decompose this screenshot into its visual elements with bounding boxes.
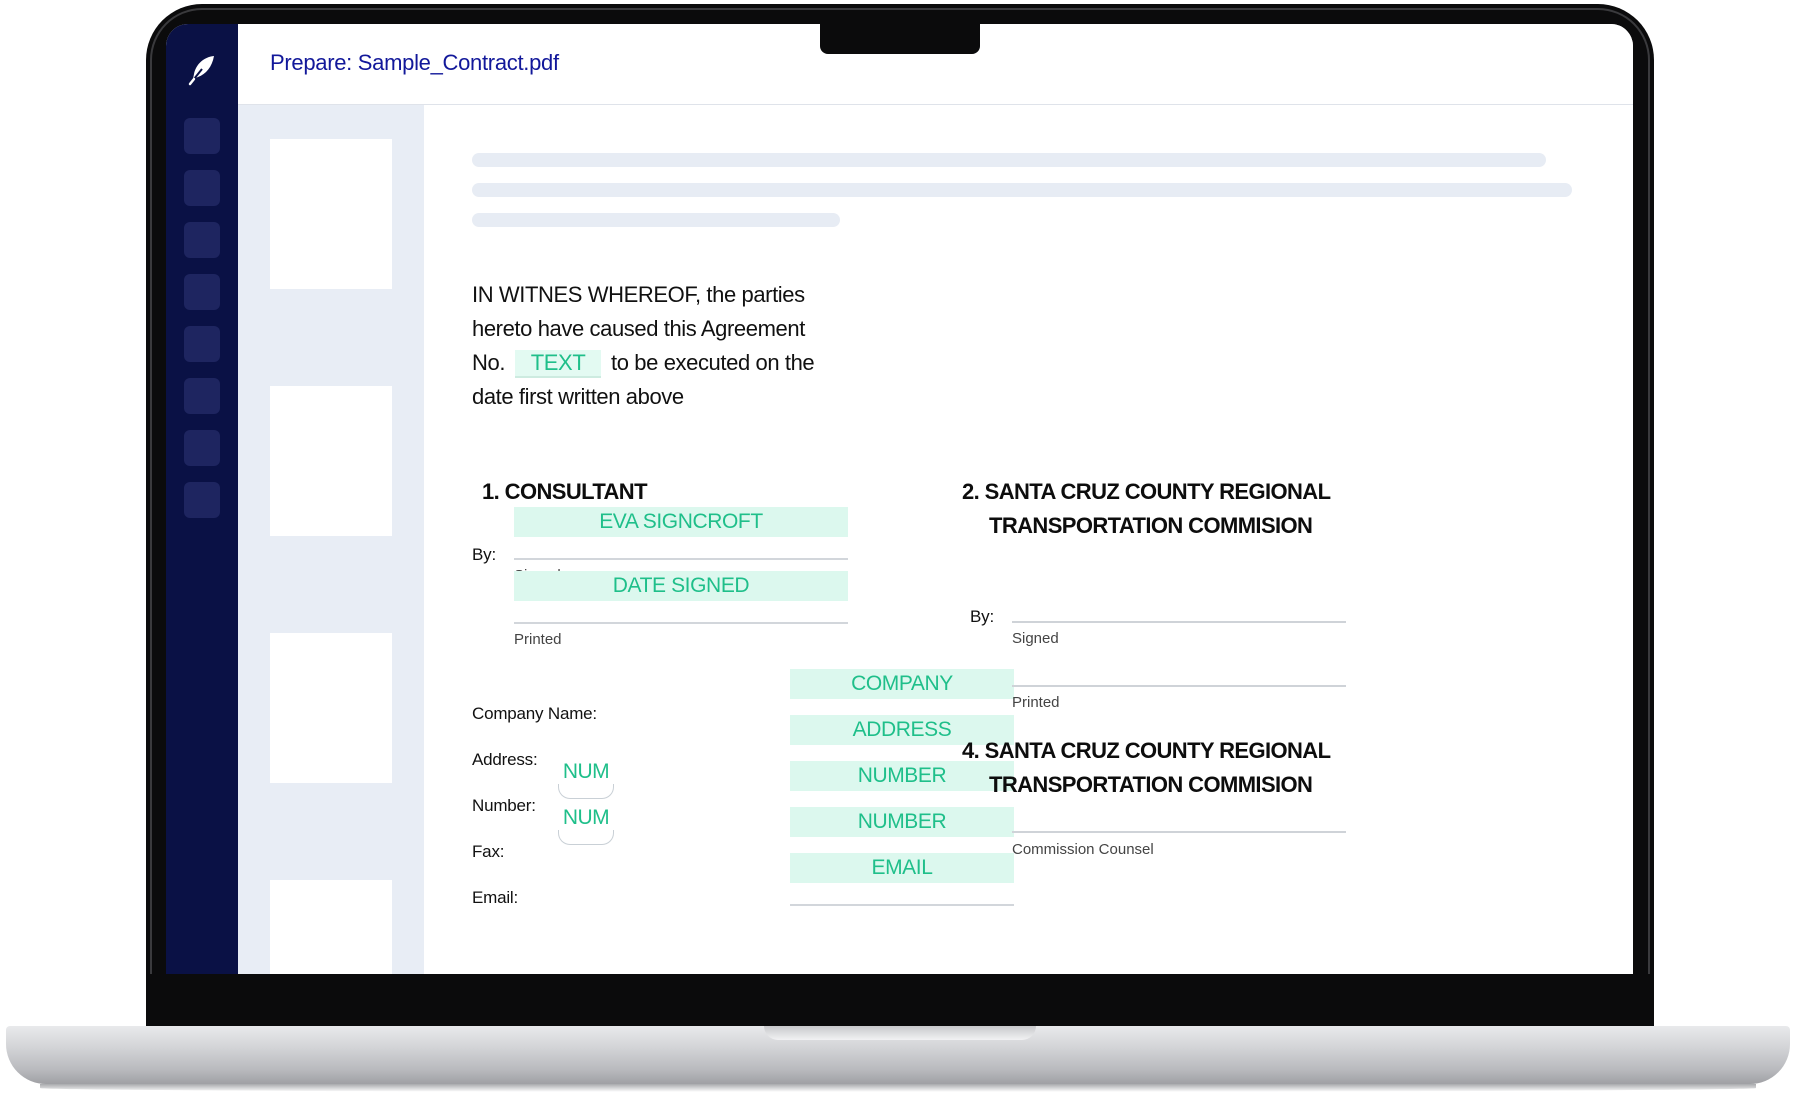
sidebar-button-6[interactable]	[184, 378, 220, 414]
agreement-number-text-field[interactable]: TEXT	[515, 350, 602, 378]
laptop-screen: Prepare: Sample_Contract.pdf IN WITNES W…	[166, 24, 1633, 974]
sidebar-button-8[interactable]	[184, 482, 220, 518]
page-thumbnail-4[interactable]	[270, 880, 392, 974]
sidebar-button-2[interactable]	[184, 170, 220, 206]
commission-signature-line[interactable]	[1012, 621, 1346, 623]
commission-by-label: By:	[970, 607, 994, 626]
commission-counsel-caption: Commission Counsel	[1012, 841, 1154, 858]
commission-signed-caption: Signed	[1012, 630, 1059, 647]
company-name-label: Company Name:	[472, 704, 597, 723]
paragraph-line: hereto have caused this Agreement	[472, 316, 805, 341]
app-sidebar	[166, 24, 238, 974]
company-field[interactable]: COMPANY	[790, 669, 1014, 699]
email-label: Email:	[472, 888, 519, 907]
signature-line	[514, 558, 848, 560]
fax-field[interactable]: NUMBER	[790, 807, 1014, 837]
paragraph-line: IN WITNES WHEREOF, the parties	[472, 282, 805, 307]
commission-printed-caption: Printed	[1012, 694, 1060, 711]
camera-notch	[820, 24, 980, 54]
document-canvas: IN WITNES WHEREOF, the parties hereto ha…	[424, 105, 1633, 974]
sidebar-button-5[interactable]	[184, 326, 220, 362]
printed-line	[514, 622, 848, 624]
sidebar-button-1[interactable]	[184, 118, 220, 154]
laptop-hinge-notch	[764, 1026, 1036, 1040]
number-area-code-field[interactable]: NUM	[558, 759, 614, 799]
page-thumbnails-panel	[238, 105, 424, 974]
area-code-text: NUM	[562, 760, 610, 783]
sidebar-button-4[interactable]	[184, 274, 220, 310]
printed-caption: Printed	[514, 631, 562, 648]
area-code-bracket	[558, 784, 614, 799]
paragraph-line: date first written above	[472, 384, 684, 409]
page-thumbnail-3[interactable]	[270, 633, 392, 783]
heading-line: 4. SANTA CRUZ COUNTY REGIONAL	[962, 738, 1331, 763]
laptop-chin	[146, 974, 1654, 1026]
feather-icon[interactable]	[184, 52, 220, 88]
fax-area-code-field[interactable]: NUM	[558, 805, 614, 845]
address-label: Address:	[472, 750, 538, 769]
heading-line: TRANSPORTATION COMMISION	[989, 513, 1313, 538]
commission-heading: 2. SANTA CRUZ COUNTY REGIONAL TRANSPORTA…	[962, 475, 1331, 543]
counsel-heading: 4. SANTA CRUZ COUNTY REGIONAL TRANSPORTA…	[962, 734, 1331, 802]
consultant-heading: 1. CONSULTANT	[482, 479, 648, 504]
by-label: By:	[472, 545, 496, 564]
signature-field[interactable]: EVA SIGNCROFT	[514, 507, 848, 537]
document-title: Prepare: Sample_Contract.pdf	[270, 50, 559, 75]
area-code-bracket	[558, 830, 614, 845]
page-thumbnail-2[interactable]	[270, 386, 392, 536]
witness-paragraph: IN WITNES WHEREOF, the parties hereto ha…	[472, 278, 872, 414]
heading-line: TRANSPORTATION COMMISION	[989, 772, 1313, 797]
fax-label: Fax:	[472, 842, 505, 861]
commission-printed-line[interactable]	[1012, 685, 1346, 687]
placeholder-line	[472, 153, 1546, 167]
paragraph-suffix: to be executed on the	[611, 350, 815, 375]
sidebar-button-7[interactable]	[184, 430, 220, 466]
placeholder-line	[472, 213, 840, 227]
sidebar-button-3[interactable]	[184, 222, 220, 258]
date-signed-field[interactable]: DATE SIGNED	[514, 571, 848, 601]
page-thumbnail-1[interactable]	[270, 139, 392, 289]
email-field[interactable]: EMAIL	[790, 853, 1014, 883]
area-code-text: NUM	[562, 806, 610, 829]
placeholder-line	[472, 183, 1572, 197]
paragraph-prefix: No.	[472, 350, 506, 375]
email-line	[790, 904, 1014, 906]
counsel-signature-line[interactable]	[1012, 831, 1346, 833]
number-label: Number:	[472, 796, 536, 815]
laptop-base-shadow	[40, 1084, 1756, 1092]
heading-line: 2. SANTA CRUZ COUNTY REGIONAL	[962, 479, 1331, 504]
